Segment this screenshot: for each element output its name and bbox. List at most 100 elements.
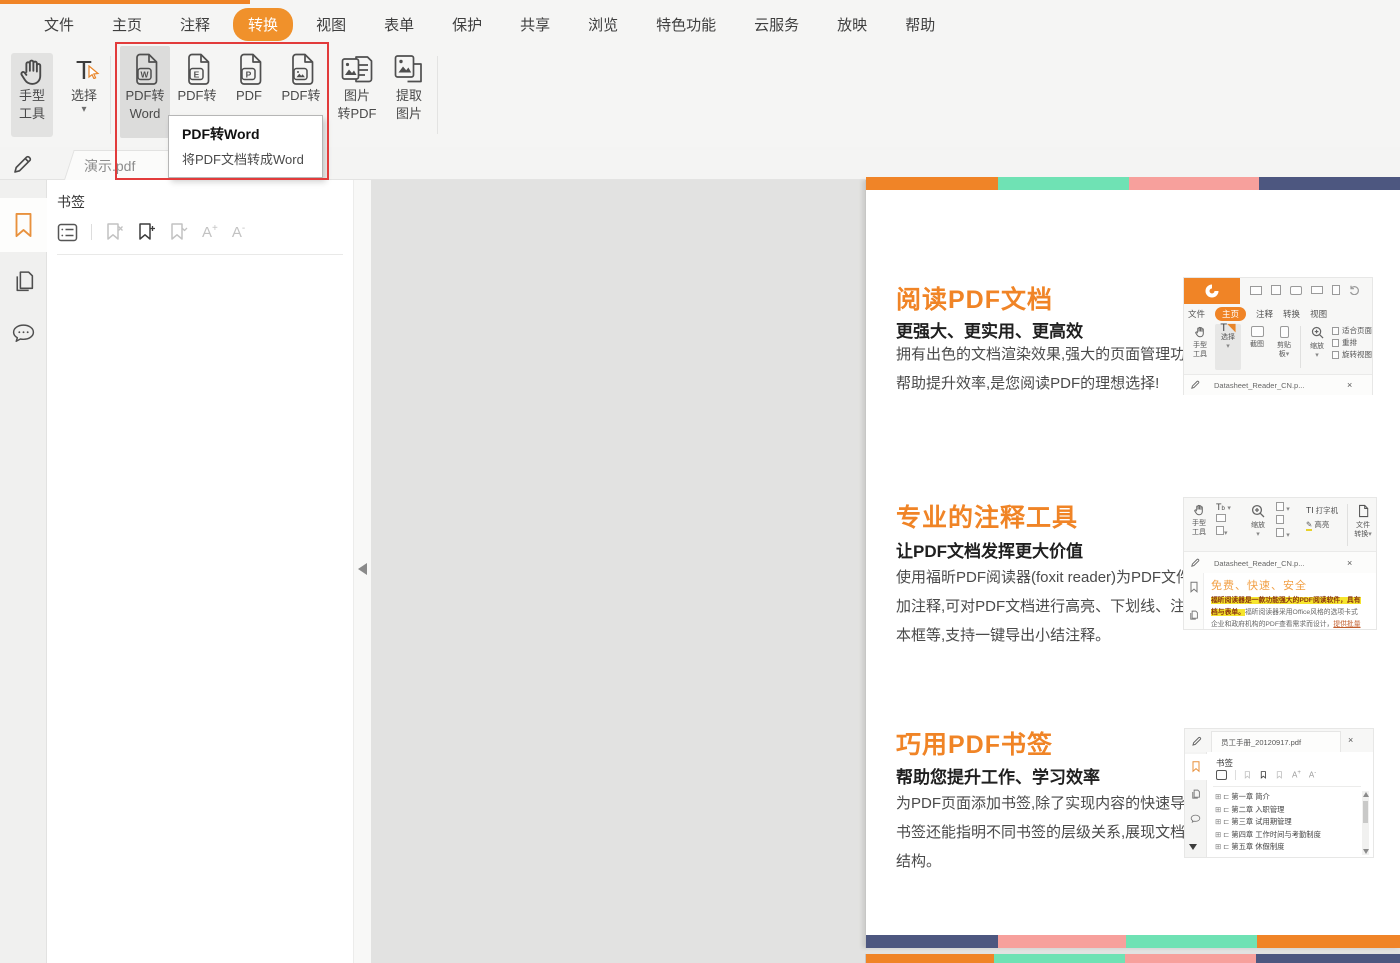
menu-home[interactable]: 主页 [93,14,161,35]
section3-title: 巧用PDF书签 [896,731,1054,759]
mini-tab-title: Datasheet_Reader_CN.p... [1214,559,1305,568]
mini-panel-title: 书签 [1216,758,1234,768]
mini-document-content: 免费、快速、安全 福昕阅读器是一款功能强大的PDF阅读软件，具有 档与表单。福昕… [1184,573,1376,629]
next-page-top-color-bar [865,954,1400,963]
ribbon-menu: 文件 主页 注释 转换 视图 表单 保护 共享 浏览 特色功能 云服务 放映 帮… [0,4,1400,44]
menu-features[interactable]: 特色功能 [637,14,735,35]
mini-menu-home-pill: 主页 [1215,307,1247,321]
image-to-pdf-button[interactable]: 图片 转PDF [331,46,383,138]
miniature-bookmarks-screenshot: 员工手册_20120917.pdf × 书签 A+ A- ⊞ ⊏ 第一章 简介 … [1184,728,1374,858]
menu-present[interactable]: 放映 [818,14,886,35]
menu-form[interactable]: 表单 [365,14,433,35]
collapse-all-icon[interactable]: A- [232,223,245,241]
expand-all-icon[interactable]: A+ [202,223,218,241]
menu-share[interactable]: 共享 [501,14,569,35]
mini-panel-divider [1213,786,1361,787]
bar-orange [866,954,994,963]
toolbar-separator [437,56,438,134]
mini-pencil-icon [1192,736,1202,746]
bar-orange [1257,935,1400,948]
section1-subtitle: 更强大、更实用、更高效 [896,322,1083,341]
navigation-icon-strip [0,180,47,963]
section2-title: 专业的注释工具 [896,504,1079,532]
select-tool-label: 选择 [70,88,97,103]
bar-orange [866,177,998,190]
mini-tab-row: Datasheet_Reader_CN.p... × [1184,551,1376,573]
pages-icon[interactable] [11,268,36,294]
bar-blue [866,935,998,948]
page-bottom-color-bar [866,935,1400,948]
image-to-pdf-label-1: 图片 [343,88,370,103]
bookmark-options-icon[interactable] [57,223,78,242]
pdf-to-excel-icon: E [188,53,210,85]
menu-cloud[interactable]: 云服务 [735,14,818,35]
hand-icon [20,59,42,85]
image-to-pdf-label-2: 转PDF [337,106,377,121]
mini-select-stack: Tb ▾ ▾ [1216,502,1231,537]
bookmarks-panel: 书签 A+ A- [47,180,353,963]
mini-sidebar [1185,752,1207,857]
bar-teal [998,177,1129,190]
mini-text-line3: 企业和政府机构的PDF查看需求而设计，提供批量 [1211,621,1361,628]
menu-file[interactable]: 文件 [25,14,93,35]
mini-highlight-line1: 福昕阅读器是一款功能强大的PDF阅读软件，具有 [1211,597,1361,604]
menu-convert-active[interactable]: 转换 [233,7,294,41]
bookmark-level-icon[interactable] [169,222,188,242]
menu-view[interactable]: 视图 [297,14,365,35]
delete-bookmark-icon[interactable] [105,222,124,242]
panel-collapse-handle[interactable] [358,563,367,575]
section2-subtitle: 让PDF文档发挥更大价值 [896,542,1083,561]
hand-tool-button[interactable]: 手型 工具 [11,53,53,137]
mini-menu-row: 文件 主页 注释 转换 视图 [1188,307,1328,321]
bookmarks-tab-active[interactable] [0,198,47,252]
mini-tab-close-icon: × [1347,558,1353,568]
panel-divider [57,254,343,255]
mini-tab-close-icon: × [1347,380,1353,390]
pdf-page: 阅读PDF文档 更强大、更实用、更高效 拥有出色的文档渲染效果,强大的页面管理功… [865,177,1400,948]
bar-teal [1126,935,1257,948]
mini-file-convert: 文件 转换▾ [1351,504,1375,539]
tooltip-title: PDF转Word [182,126,260,142]
mini-clipboard-tool: 剪贴 板▾ [1272,326,1296,359]
bar-pink [1129,177,1259,190]
pdf-to-word-tooltip: PDF转Word 将PDF文档转成Word [168,115,323,178]
hand-tool-label-2: 工具 [18,106,45,121]
mini-hand-tool: 手型 工具 [1187,504,1211,537]
bar-pink [998,935,1126,948]
miniature-reader-screenshot: 文件 主页 注释 转换 视图 手型 工具 T◥ 选择 ▾ 截图 剪贴 板▾ 缩放… [1183,277,1373,395]
image-to-pdf-icon [341,56,373,83]
mini-typewriter-highlight: TI 打字机 ✎ 高亮 [1306,505,1339,531]
menu-help[interactable]: 帮助 [886,14,954,35]
mini-bookmark-tree: ⊞ ⊏ 第一章 简介 ⊞ ⊏ 第二章 入职管理 ⊞ ⊏ 第三章 试用期管理 ⊞ … [1215,792,1321,851]
add-bookmark-icon[interactable] [137,222,156,242]
extract-images-label-1: 提取 [395,88,422,103]
bookmarks-panel-title: 书签 [57,194,85,210]
mini-scrollbar [1362,791,1369,855]
svg-text:W: W [140,70,149,80]
menu-browse[interactable]: 浏览 [569,14,637,35]
mini-quick-icons [1250,285,1360,295]
section2-body: 使用福昕PDF阅读器(foxit reader)为PDF文件添 加注释,可对PD… [896,569,1231,644]
comments-icon[interactable] [11,322,36,346]
svg-text:P: P [246,70,252,80]
annotate-pencil-icon[interactable] [11,152,35,176]
select-tool-button[interactable]: T 选择 ▾ [62,53,106,137]
pdf-to-excel-label-1: PDF转 [177,88,217,103]
extract-images-button[interactable]: 提取 图片 [384,46,434,138]
mini-panel-area: 书签 A+ A- ⊞ ⊏ 第一章 简介 ⊞ ⊏ 第二章 入职管理 ⊞ ⊏ 第三章… [1185,752,1373,857]
menu-protect[interactable]: 保护 [433,14,501,35]
pdf-to-word-label-2: Word [129,106,161,121]
menu-comment[interactable]: 注释 [161,14,229,35]
pdf-to-ppt-icon: P [240,53,262,85]
mini-sidebar [1184,573,1204,629]
extract-images-label-2: 图片 [395,106,422,121]
miniature-annotation-screenshot: 手型 工具 Tb ▾ ▾ 缩放 ▾ ▾ ▾ TI 打字机 ✎ 高亮 文件 转换▾… [1183,497,1377,630]
pdf-to-word-button[interactable]: W PDF转 Word [120,46,170,138]
pdf-to-ppt-label-1: PDF [236,88,262,103]
pdf-to-image-label-1: PDF转 [281,88,321,103]
pdf-to-image-icon [292,53,314,85]
mini-separator [1300,326,1301,368]
mini-save-icon [1271,285,1281,295]
pdf-to-word-icon: W [136,53,158,85]
mini-content-title: 免费、快速、安全 [1211,580,1307,592]
